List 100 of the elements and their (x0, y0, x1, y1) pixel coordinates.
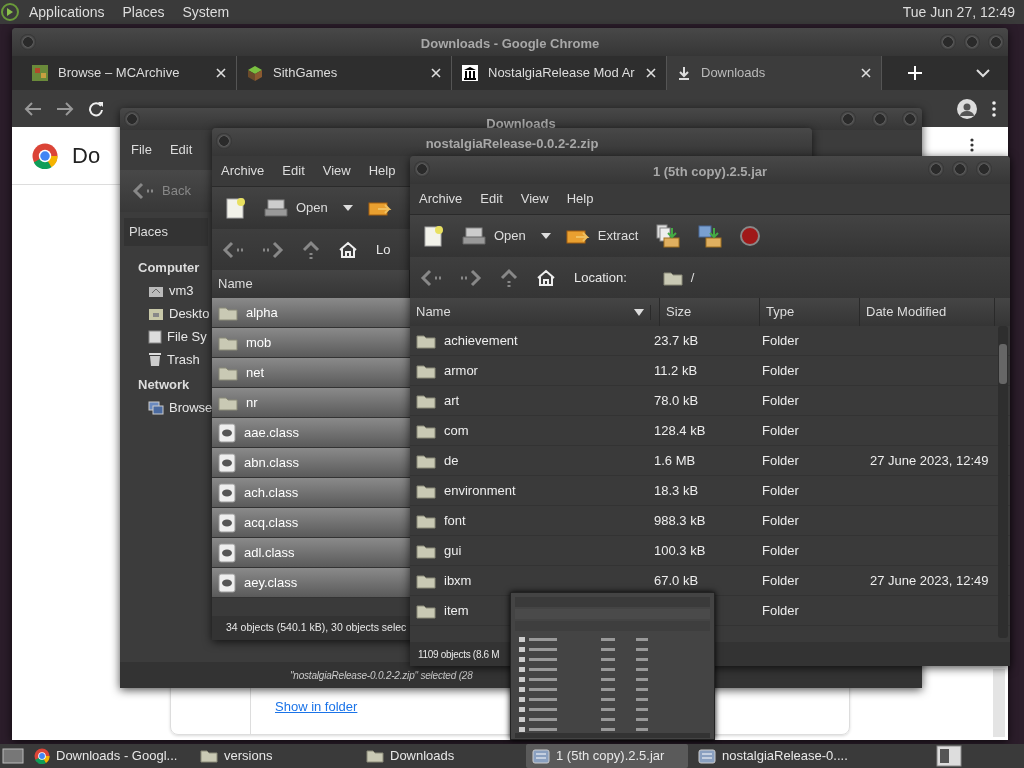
forward-arrow-icon[interactable] (56, 100, 74, 117)
table-cell-text: 27 June 2023, 12:49 (870, 451, 990, 470)
menu-item[interactable]: Edit (273, 158, 314, 184)
file-row[interactable]: aey.class (212, 568, 410, 598)
open-button[interactable]: Open (458, 222, 530, 250)
file-name: nr (246, 393, 258, 412)
menu-item[interactable]: View (313, 158, 360, 184)
chrome-logo-icon (34, 748, 50, 764)
file-name: mob (246, 333, 272, 352)
close-icon[interactable] (861, 68, 871, 78)
chevron-down-icon[interactable] (976, 68, 990, 78)
dropdown-caret-icon[interactable] (539, 232, 552, 240)
folder-box-icon (698, 224, 723, 248)
desktop-folder-icon (148, 306, 164, 321)
dropdown-caret-icon[interactable] (341, 204, 354, 212)
table-cell-text: 1.6 MB (654, 451, 697, 470)
stop-icon (740, 226, 761, 246)
file-name: environment (444, 481, 517, 500)
menu-item[interactable]: Edit (160, 137, 202, 163)
clock: Tue Jun 27, 12:49 (901, 3, 1016, 22)
home-icon (338, 240, 358, 259)
file-row[interactable]: mob (212, 328, 410, 358)
forward-arrow-icon (262, 240, 284, 259)
menu-item[interactable]: Edit (471, 186, 512, 212)
file-row[interactable]: acq.class (212, 508, 410, 538)
sidebar-item[interactable]: vm3 (148, 279, 194, 302)
taskbar-button[interactable]: versions (194, 744, 356, 768)
close-icon[interactable] (431, 68, 441, 78)
archive-icon (532, 748, 550, 764)
more-menu-icon[interactable] (992, 100, 996, 117)
back-arrow-icon (222, 240, 244, 259)
folder-icon (416, 332, 436, 349)
taskbar-button[interactable]: Downloads - Googl... (28, 744, 190, 768)
sidebar-item[interactable]: File Sy (148, 325, 207, 348)
show-desktop-icon[interactable] (2, 747, 24, 765)
download-icon (677, 66, 691, 80)
more-menu-icon[interactable] (970, 138, 974, 152)
table-cell-text: 11.2 kB (654, 361, 699, 380)
window-title: 1 (5th copy).2.5.jar (652, 163, 768, 181)
panel-menu[interactable]: Places (113, 0, 174, 24)
file-name: achievement (444, 331, 519, 350)
folder-icon (416, 602, 436, 619)
file-name: net (246, 363, 265, 382)
sidebar-item[interactable]: Deskto (148, 302, 210, 325)
file-row[interactable]: net (212, 358, 410, 388)
folder-icon (416, 422, 436, 439)
file-row[interactable]: aae.class (212, 418, 410, 448)
reload-icon[interactable] (88, 100, 104, 117)
file-row[interactable]: adl.class (212, 538, 410, 568)
panel-menu[interactable]: System (173, 0, 239, 24)
taskbar-button[interactable]: nostalgiaRelease-0.... (692, 744, 854, 768)
drive-icon (148, 329, 162, 344)
close-icon[interactable] (646, 68, 656, 78)
status-text: 34 objects (540.1 kB), 30 objects selec (226, 620, 407, 636)
network-computers-icon (148, 401, 164, 415)
file-name: alpha (246, 303, 278, 322)
profile-avatar-icon[interactable] (956, 97, 978, 120)
menu-item[interactable]: Archive (410, 186, 472, 212)
open-button[interactable]: Open (260, 194, 332, 222)
mate-logo-icon[interactable] (0, 2, 20, 22)
sidebar-item[interactable]: Browse (148, 396, 213, 420)
table-cell-text: 18.3 kB (654, 481, 700, 500)
new-document-icon (424, 225, 444, 247)
file-name: ach.class (244, 483, 299, 502)
sidebar-item[interactable]: Trash (148, 348, 200, 371)
taskbar-button[interactable]: Downloads (360, 744, 522, 768)
menu-item[interactable]: Archive (212, 158, 274, 184)
workspace-switcher-icon[interactable] (936, 745, 962, 767)
menu-item[interactable]: View (511, 186, 558, 212)
table-cell-text: Folder (762, 361, 800, 380)
file-row[interactable]: nr (212, 388, 410, 418)
menu-item[interactable]: File (122, 137, 161, 163)
file-name: de (444, 451, 460, 470)
menu-item[interactable]: Help (557, 186, 603, 212)
cube-icon (247, 65, 263, 81)
table-cell-text: Folder (762, 391, 800, 410)
table-cell-text: 128.4 kB (654, 421, 707, 440)
taskbar-button[interactable]: 1 (5th copy).2.5.jar (526, 744, 688, 768)
extract-button[interactable]: Extract (561, 222, 643, 250)
menu-item[interactable]: Help (359, 158, 405, 184)
new-tab-plus-icon[interactable] (908, 66, 922, 80)
file-row[interactable]: alpha (212, 298, 410, 328)
table-cell-text: Folder (762, 331, 800, 350)
page-heading: Do (72, 142, 101, 170)
sort-caret-icon (634, 308, 644, 316)
show-in-folder-link[interactable]: Show in folder (275, 696, 358, 716)
file-name: com (444, 421, 470, 440)
back-arrow-icon[interactable] (24, 100, 42, 117)
file-name: font (444, 511, 467, 530)
file-name: adl.class (244, 543, 295, 562)
panel-menu[interactable]: Applications (20, 0, 114, 24)
close-icon[interactable] (216, 68, 226, 78)
location-field[interactable]: / (654, 265, 955, 290)
files-box-icon (656, 224, 681, 248)
columns-building-icon (462, 65, 478, 81)
file-name: art (444, 391, 461, 410)
file-row[interactable]: ach.class (212, 478, 410, 508)
file-row[interactable]: abn.class (212, 448, 410, 478)
folder-icon (416, 512, 436, 529)
browser-tab[interactable]: Downloads (667, 56, 882, 90)
